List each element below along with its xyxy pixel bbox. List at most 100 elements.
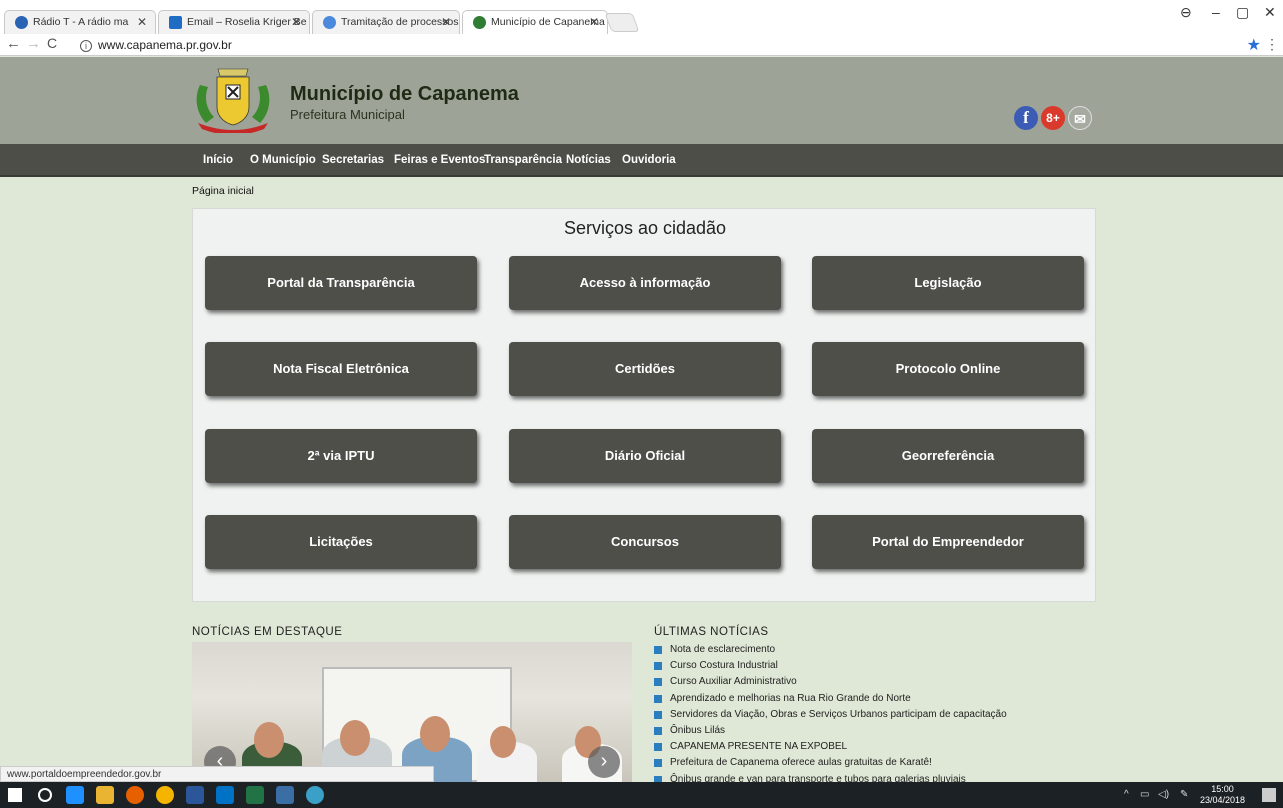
- service-button[interactable]: Acesso à informação: [509, 256, 781, 310]
- nav-secretarias[interactable]: Secretarias: [322, 154, 384, 166]
- outlook-icon: [169, 16, 182, 29]
- notifications-icon[interactable]: [1262, 788, 1276, 802]
- carousel-next-icon[interactable]: ›: [588, 746, 620, 778]
- news-item[interactable]: Nota de esclarecimento: [654, 644, 1094, 660]
- edge-icon[interactable]: [66, 786, 84, 804]
- bullet-icon: [654, 678, 662, 687]
- taskbar: ^ ▭ ◁) ✎ 15:00 23/04/2018: [0, 782, 1283, 808]
- address-bar: ← → C i www.capanema.pr.gov.br ★ ⋮: [0, 34, 1283, 56]
- bullet-icon: [654, 726, 662, 735]
- nav-transparencia[interactable]: Transparência: [484, 154, 562, 166]
- bookmark-star-icon[interactable]: ★: [1247, 35, 1261, 55]
- news-item[interactable]: CAPANEMA PRESENTE NA EXPOBEL: [654, 741, 1094, 757]
- minimize-icon[interactable]: –: [1212, 4, 1220, 20]
- bullet-icon: [654, 646, 662, 654]
- windows-start-icon[interactable]: [8, 788, 22, 802]
- tray-up-icon[interactable]: ^: [1124, 789, 1129, 800]
- service-button[interactable]: Licitações: [205, 515, 477, 569]
- featured-news-photo[interactable]: [192, 642, 632, 782]
- scp-icon[interactable]: [276, 786, 294, 804]
- close-window-icon[interactable]: ✕: [1264, 4, 1276, 21]
- site-header: Município de Capanema Prefeitura Municip…: [0, 57, 1283, 144]
- person-head: [254, 722, 284, 758]
- tab-close-icon[interactable]: ✕: [589, 15, 599, 29]
- latest-news-title: ÚLTIMAS NOTÍCIAS: [654, 626, 769, 638]
- nav-ouvidoria[interactable]: Ouvidoria: [622, 154, 676, 166]
- browser-tab-bar: Rádio T - A rádio ma ✕ Email – Roselia K…: [0, 0, 1283, 34]
- excel-icon[interactable]: [246, 786, 264, 804]
- restore-icon[interactable]: ▢: [1236, 4, 1249, 21]
- bullet-icon: [654, 662, 662, 671]
- news-item[interactable]: Prefeitura de Capanema oferece aulas gra…: [654, 757, 1094, 773]
- site-subtitle: Prefeitura Municipal: [290, 107, 405, 122]
- breadcrumb: Página inicial: [192, 185, 254, 197]
- service-button[interactable]: Protocolo Online: [812, 342, 1084, 396]
- outlook-taskbar-icon[interactable]: [216, 786, 234, 804]
- word-icon[interactable]: [186, 786, 204, 804]
- news-item[interactable]: Curso Costura Industrial: [654, 660, 1094, 676]
- tab-favicon-icon: [15, 16, 28, 29]
- tab-email[interactable]: Email – Roselia Kriger Be ✕: [158, 10, 310, 34]
- service-button[interactable]: Diário Oficial: [509, 429, 781, 483]
- nav-noticias[interactable]: Notícias: [566, 154, 611, 166]
- volume-icon[interactable]: ◁): [1158, 789, 1169, 800]
- nav-inicio[interactable]: Início: [203, 154, 233, 166]
- forward-icon[interactable]: →: [26, 35, 41, 52]
- service-button[interactable]: 2ª via IPTU: [205, 429, 477, 483]
- bullet-icon: [654, 694, 662, 703]
- service-button[interactable]: Concursos: [509, 515, 781, 569]
- service-button[interactable]: Portal da Transparência: [205, 256, 477, 310]
- nav-feiras-eventos[interactable]: Feiras e Eventos: [394, 154, 485, 166]
- main-nav: Início O Município Secretarias Feiras e …: [0, 144, 1283, 177]
- pen-icon[interactable]: ✎: [1180, 789, 1188, 800]
- service-button[interactable]: Nota Fiscal Eletrônica: [205, 342, 477, 396]
- services-title: Serviços ao cidadão: [563, 218, 727, 238]
- new-tab-button[interactable]: [604, 13, 640, 32]
- url-field[interactable]: i www.capanema.pr.gov.br: [80, 38, 232, 52]
- service-button[interactable]: Georreferência: [812, 429, 1084, 483]
- tab-tramitacao[interactable]: Tramitação de processos ✕: [312, 10, 460, 34]
- profile-icon[interactable]: ⊖: [1180, 4, 1192, 21]
- tab-close-icon[interactable]: ✕: [441, 15, 451, 29]
- file-explorer-icon[interactable]: [96, 786, 114, 804]
- person-head: [420, 716, 450, 752]
- menu-icon[interactable]: ⋮: [1265, 36, 1279, 53]
- bullet-icon: [654, 759, 662, 768]
- news-item[interactable]: Servidores da Viação, Obras e Serviços U…: [654, 709, 1094, 725]
- latest-news-list: Nota de esclarecimento Curso Costura Ind…: [654, 644, 1094, 790]
- back-icon[interactable]: ←: [6, 35, 21, 52]
- network-icon[interactable]: ▭: [1140, 789, 1149, 800]
- nav-o-municipio[interactable]: O Município: [250, 154, 316, 166]
- services-panel: Serviços ao cidadão Portal da Transparên…: [192, 208, 1096, 602]
- info-icon[interactable]: i: [80, 40, 92, 52]
- google-plus-icon[interactable]: 8+: [1041, 106, 1065, 130]
- service-button[interactable]: Certidões: [509, 342, 781, 396]
- tab-favicon-icon: [323, 16, 336, 29]
- bullet-icon: [654, 710, 662, 719]
- facebook-icon[interactable]: f: [1014, 106, 1038, 130]
- coat-of-arms-logo[interactable]: [192, 67, 274, 133]
- app-icon[interactable]: [306, 786, 324, 804]
- news-item[interactable]: Aprendizado e melhorias na Rua Rio Grand…: [654, 693, 1094, 709]
- reload-icon[interactable]: C: [47, 35, 57, 51]
- person-head: [490, 726, 516, 758]
- tab-radio[interactable]: Rádio T - A rádio ma ✕: [4, 10, 156, 34]
- service-button[interactable]: Portal do Empreendedor: [812, 515, 1084, 569]
- status-bar-url: www.portaldoempreendedor.gov.br: [0, 766, 434, 782]
- bullet-icon: [654, 743, 662, 752]
- tab-close-icon[interactable]: ✕: [137, 15, 147, 29]
- chrome-icon[interactable]: [156, 786, 174, 804]
- firefox-icon[interactable]: [126, 786, 144, 804]
- tab-capanema[interactable]: Município de Capanema ✕: [462, 10, 608, 34]
- tab-close-icon[interactable]: ✕: [291, 15, 301, 29]
- person-head: [340, 720, 370, 756]
- news-item[interactable]: Curso Auxiliar Administrativo: [654, 676, 1094, 692]
- email-icon[interactable]: ✉: [1068, 106, 1092, 130]
- site-title[interactable]: Município de Capanema: [290, 83, 519, 106]
- tab-favicon-icon: [473, 16, 486, 29]
- cortana-icon[interactable]: [38, 788, 52, 802]
- clock[interactable]: 15:00 23/04/2018: [1200, 784, 1245, 806]
- service-button[interactable]: Legislação: [812, 256, 1084, 310]
- news-item[interactable]: Ônibus Lilás: [654, 725, 1094, 741]
- featured-news-title: NOTÍCIAS EM DESTAQUE: [192, 626, 343, 638]
